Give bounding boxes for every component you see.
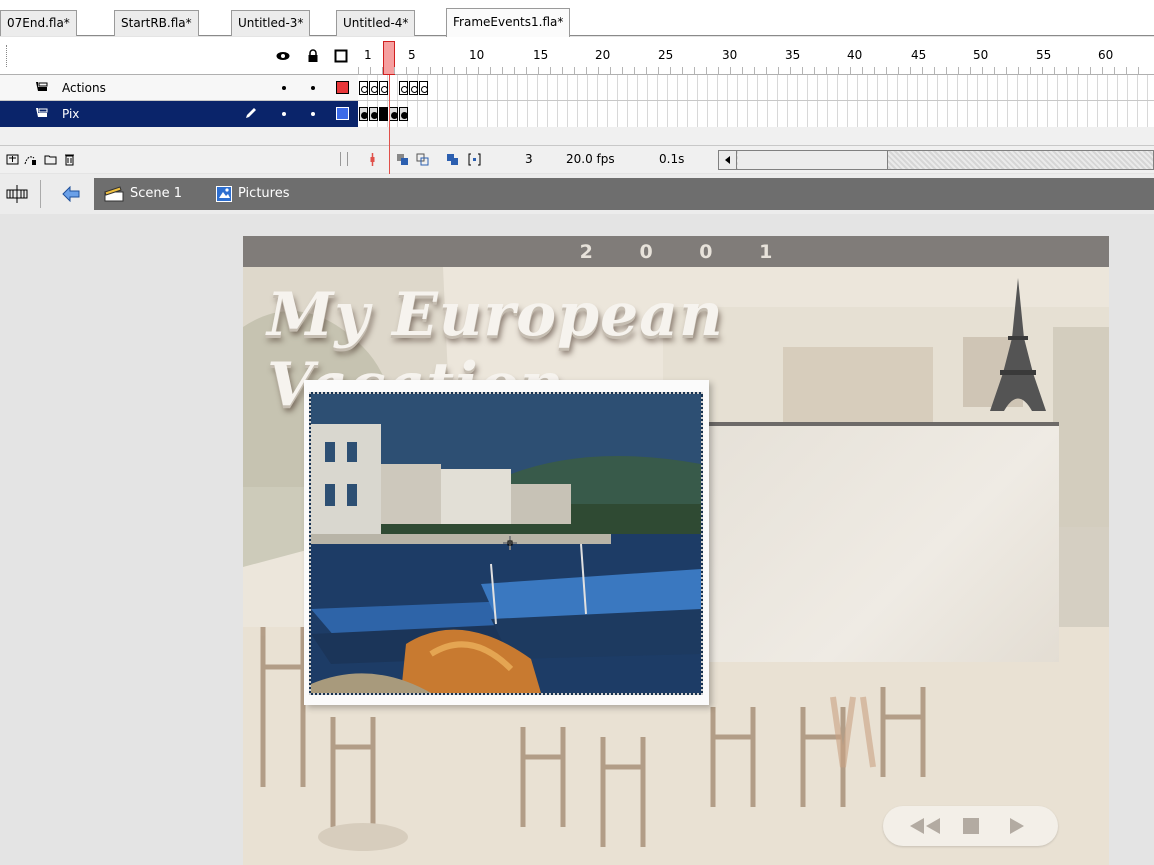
harbor-photo[interactable] [309, 392, 703, 695]
caption-panel [709, 422, 1059, 662]
year-text: 2 0 0 1 [579, 241, 793, 263]
onion-skin-outlines-icon[interactable] [416, 153, 429, 166]
layer-icon [36, 108, 48, 117]
panel-gripper[interactable] [6, 45, 8, 67]
keyframe[interactable] [369, 107, 378, 121]
ruler-number: 50 [973, 48, 989, 62]
splitter-handle[interactable] [340, 152, 348, 166]
breadcrumb: Scene 1 Pictures [94, 178, 1154, 210]
timeline-panel: 1 5 10 15 20 25 30 35 40 45 50 55 60 Act… [0, 37, 1154, 187]
tab-untitled-3[interactable]: Untitled-3* [231, 10, 311, 36]
edit-multiple-frames-icon[interactable] [446, 153, 459, 166]
ruler-number: 5 [408, 48, 416, 62]
ruler-number: 55 [1036, 48, 1052, 62]
playback-controls [883, 806, 1058, 846]
stop-icon[interactable] [963, 818, 979, 834]
tab-untitled-4[interactable]: Untitled-4* [336, 10, 416, 36]
frame-ruler[interactable]: 1 5 10 15 20 25 30 35 40 45 50 55 60 [0, 37, 1154, 75]
modify-onion-markers-icon[interactable] [468, 153, 481, 166]
keyframe[interactable] [409, 81, 418, 95]
symbol-link[interactable]: Pictures [238, 186, 289, 201]
lock-dot[interactable] [311, 86, 315, 90]
eiffel-tower-image [990, 278, 1046, 411]
tab-label: Untitled-3* [238, 16, 304, 30]
layer-row-actions[interactable]: Actions [0, 75, 358, 101]
divider [40, 180, 41, 208]
current-frame: 3 [525, 152, 533, 166]
layer-name[interactable]: Actions [62, 76, 106, 100]
tab-07end[interactable]: 07End.fla* [0, 10, 77, 36]
insert-folder-icon[interactable] [44, 153, 57, 166]
timeline-toggle-icon[interactable] [6, 184, 28, 204]
onion-skin-icon[interactable] [396, 153, 409, 166]
layer-outline-color[interactable] [336, 81, 349, 94]
ruler-number: 25 [658, 48, 674, 62]
layer-name[interactable]: Pix [62, 102, 79, 126]
scene-link[interactable]: Scene 1 [130, 186, 182, 201]
ruler-number: 45 [911, 48, 927, 62]
keyframe[interactable] [389, 107, 398, 121]
tab-label: FrameEvents1.fla* [453, 15, 564, 29]
tab-label: Untitled-4* [343, 16, 409, 30]
ruler-number: 60 [1098, 48, 1114, 62]
ruler-number: 30 [722, 48, 738, 62]
ruler-number: 40 [847, 48, 863, 62]
insert-layer-icon[interactable] [6, 153, 19, 166]
keyframe[interactable] [419, 81, 428, 95]
pencil-icon [246, 108, 256, 118]
add-motion-guide-icon[interactable] [24, 153, 37, 166]
scroll-thumb[interactable] [738, 151, 888, 169]
ruler-ticks [358, 67, 1148, 74]
frame-rate[interactable]: 20.0 fps [566, 152, 615, 166]
trash-icon[interactable] [63, 153, 76, 166]
back-arrow-icon[interactable] [62, 186, 80, 202]
keyframe[interactable] [359, 81, 368, 95]
keyframe[interactable] [369, 81, 378, 95]
ruler-number: 10 [469, 48, 485, 62]
outline-icon[interactable] [334, 49, 348, 63]
scroll-left-button[interactable] [719, 151, 737, 169]
rewind-icon[interactable] [910, 818, 940, 834]
edit-bar: Scene 1 Pictures [0, 174, 1154, 214]
photo-frame[interactable] [304, 380, 709, 705]
visibility-dot[interactable] [282, 86, 286, 90]
ruler-number: 35 [785, 48, 801, 62]
keyframe[interactable] [399, 81, 408, 95]
layer-outline-color[interactable] [336, 107, 349, 120]
elapsed-time: 0.1s [659, 152, 685, 166]
center-frame-icon[interactable] [366, 153, 379, 166]
ruler-number: 1 [364, 48, 372, 62]
tab-frameevents1[interactable]: FrameEvents1.fla* [446, 8, 571, 37]
play-icon[interactable] [1008, 818, 1024, 834]
keyframe[interactable] [379, 81, 388, 95]
keyframe[interactable] [399, 107, 408, 121]
tab-label: 07End.fla* [7, 16, 70, 30]
frame-track-pix[interactable] [358, 101, 1154, 127]
scene-clapper-icon [104, 186, 124, 202]
keyframe[interactable] [379, 107, 388, 121]
layer-row-pix[interactable]: Pix [0, 101, 358, 127]
caret-left-icon [725, 156, 730, 164]
keyframe[interactable] [359, 107, 368, 121]
lock-dot[interactable] [311, 112, 315, 116]
timeline-horizontal-scrollbar[interactable] [718, 150, 1154, 170]
move-cursor-icon [503, 536, 517, 550]
ruler-number: 20 [595, 48, 611, 62]
ruler-number: 15 [533, 48, 549, 62]
playhead-line [389, 75, 390, 187]
document-tab-bar: 07End.fla* StartRB.fla* Untitled-3* Unti… [0, 0, 1154, 37]
timeline-controls: 3 20.0 fps 0.1s [0, 145, 1154, 173]
layer-icon [36, 82, 48, 91]
tab-label: StartRB.fla* [121, 16, 192, 30]
graphic-symbol-icon [216, 186, 232, 202]
eye-icon[interactable] [276, 49, 290, 63]
tab-startrb[interactable]: StartRB.fla* [114, 10, 199, 36]
stage[interactable]: 2 0 0 1 My European Vacation [243, 236, 1109, 865]
visibility-dot[interactable] [282, 112, 286, 116]
lock-icon[interactable] [306, 49, 320, 63]
frame-track-actions[interactable] [358, 75, 1154, 101]
